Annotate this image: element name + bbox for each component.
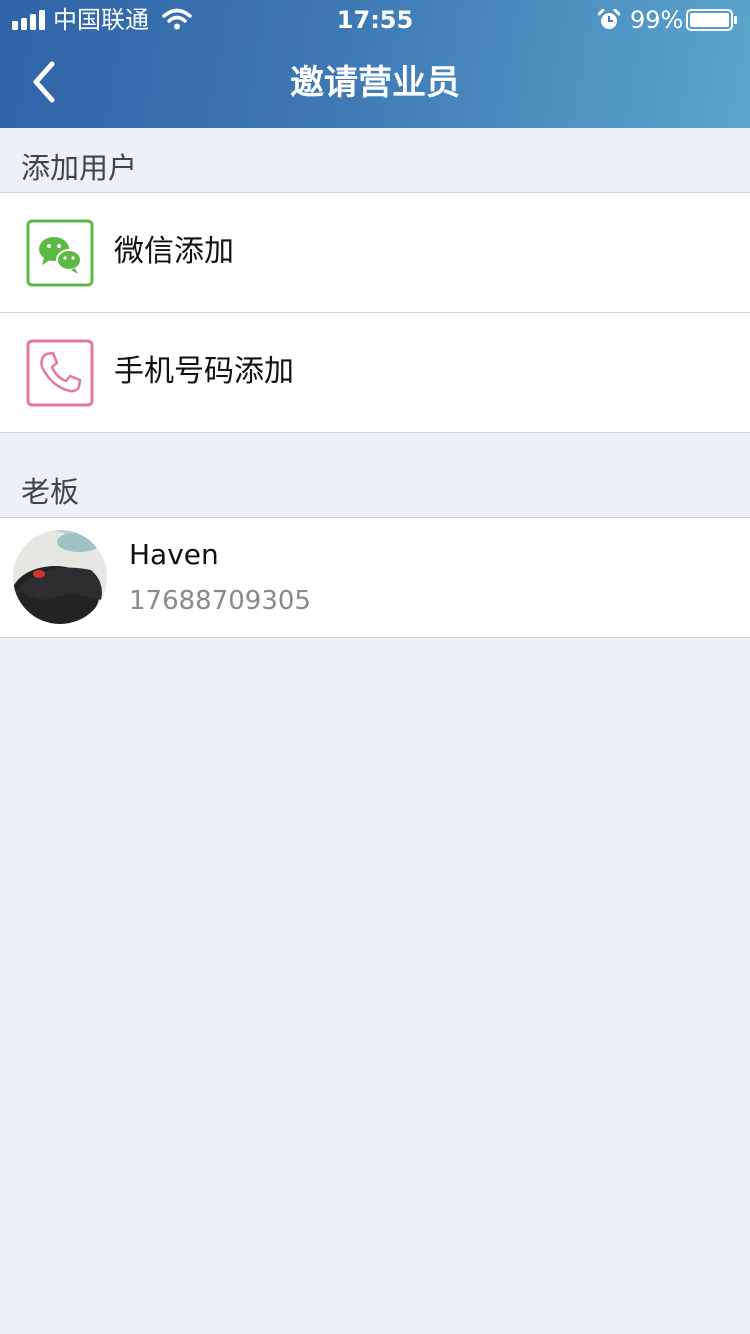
app-header: 中国联通 17:55 99% 邀请营业员 bbox=[0, 0, 750, 128]
battery-percentage: 99% bbox=[630, 6, 684, 34]
avatar bbox=[13, 530, 107, 624]
phone-icon bbox=[26, 339, 94, 407]
member-phone: 17688709305 bbox=[129, 586, 311, 616]
navigation-bar: 邀请营业员 bbox=[0, 40, 750, 128]
member-name: Haven bbox=[129, 538, 219, 571]
boss-list: Haven 17688709305 bbox=[0, 517, 750, 638]
mouse-photo-avatar bbox=[13, 530, 107, 624]
alarm-clock-icon bbox=[598, 9, 620, 29]
wechat-add-row[interactable]: 微信添加 bbox=[0, 193, 750, 312]
wechat-icon bbox=[26, 219, 94, 287]
battery-icon bbox=[686, 9, 737, 31]
boss-member-row[interactable]: Haven 17688709305 bbox=[0, 518, 750, 637]
wechat-add-label: 微信添加 bbox=[114, 234, 234, 269]
phone-add-row[interactable]: 手机号码添加 bbox=[0, 312, 750, 432]
phone-add-label: 手机号码添加 bbox=[114, 354, 294, 389]
add-user-list: 微信添加 手机号码添加 bbox=[0, 192, 750, 433]
page-title: 邀请营业员 bbox=[290, 63, 460, 103]
status-bar: 中国联通 17:55 99% bbox=[0, 0, 750, 40]
